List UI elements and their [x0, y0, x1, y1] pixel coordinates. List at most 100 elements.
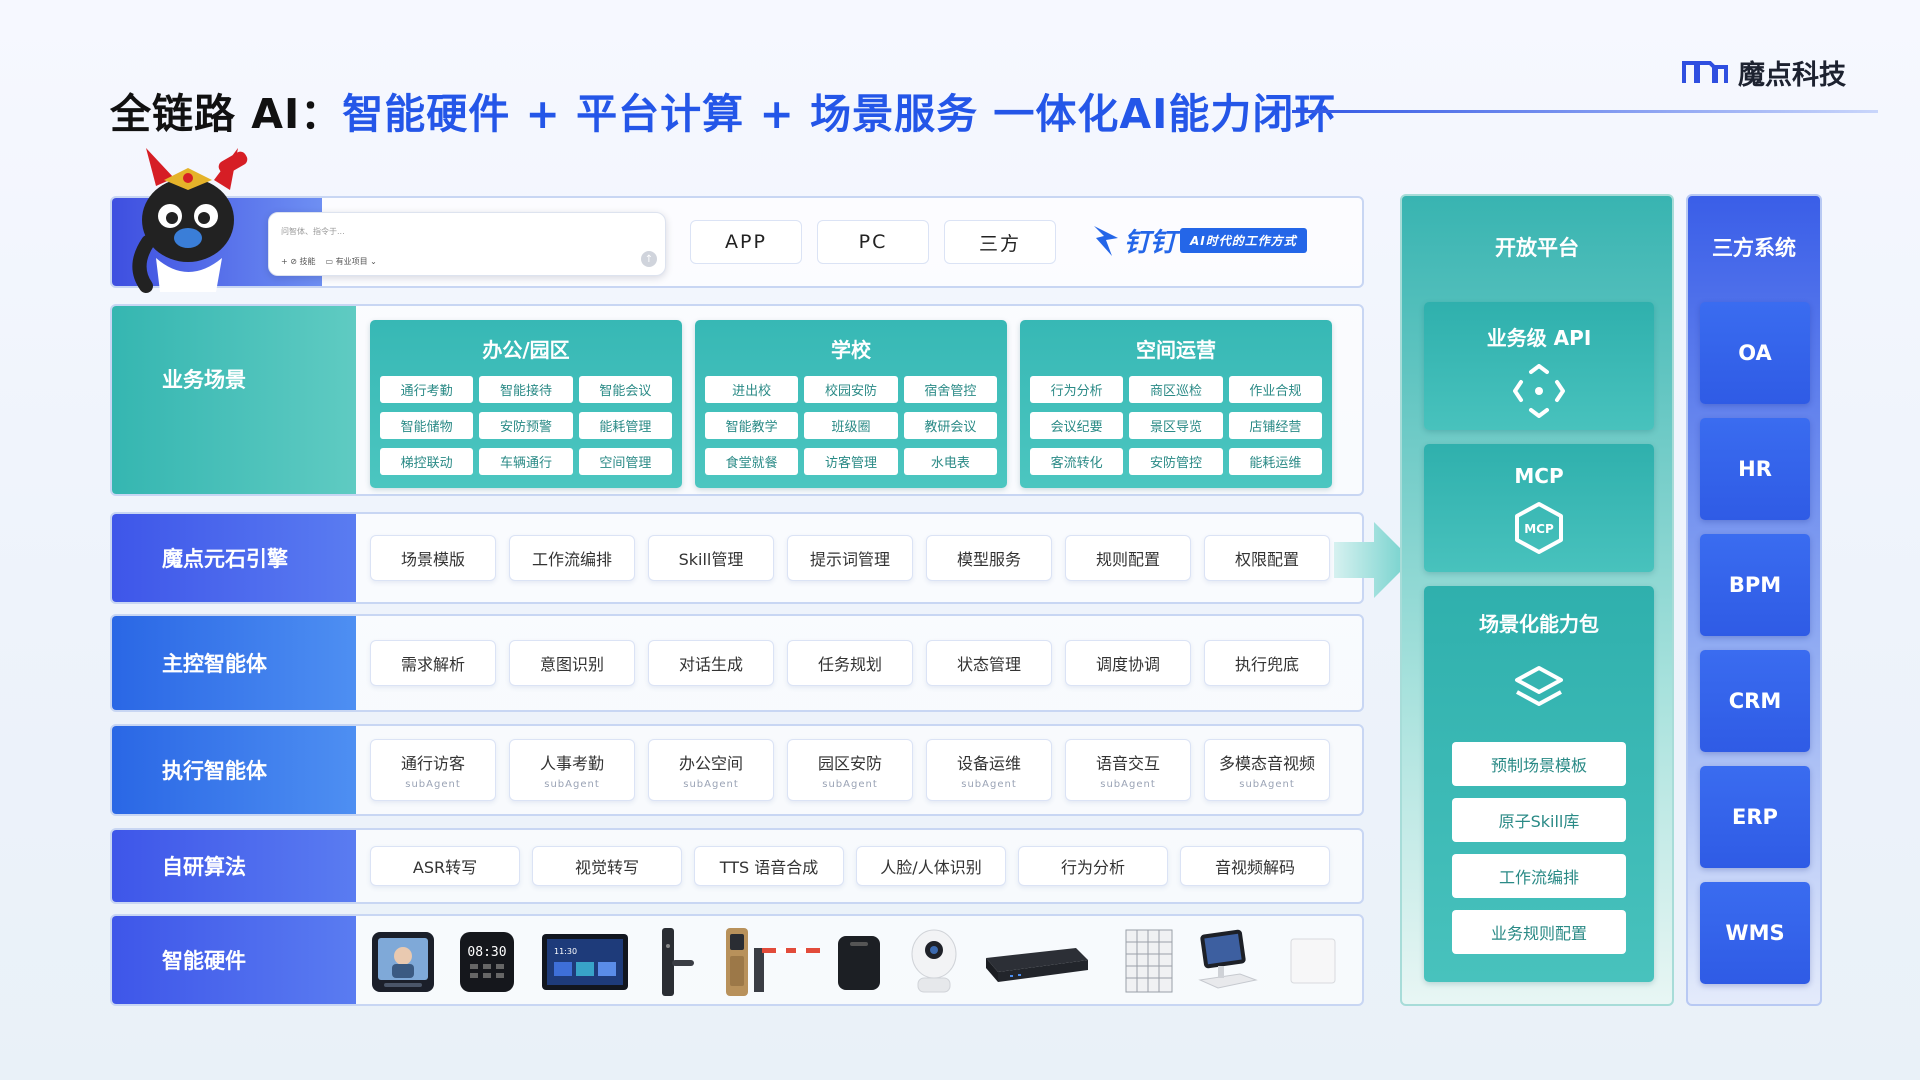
- title-prefix: 全链路 AI：: [110, 90, 343, 138]
- exec-agent-name: 设备运维: [956, 754, 1021, 773]
- biz-item: 班级圈: [804, 412, 898, 439]
- scenario-pack-item: 业务规则配置: [1452, 910, 1626, 954]
- system-wms: WMS: [1700, 882, 1810, 984]
- algorithm-item: 行为分析: [1018, 846, 1168, 886]
- algorithm-item: 音视频解码: [1180, 846, 1330, 886]
- biz-item: 进出校: [705, 376, 799, 403]
- master-agent-item: 调度协调: [1065, 640, 1191, 686]
- algorithm-item: 视觉转写: [532, 846, 682, 886]
- send-icon[interactable]: ↑: [641, 251, 657, 267]
- wall-panel-icon: [1290, 938, 1336, 984]
- pos-terminal-icon: [1198, 929, 1258, 989]
- svg-text:08:30: 08:30: [467, 945, 506, 960]
- chat-skill-button[interactable]: + ⊘ 技能: [281, 256, 316, 267]
- barrier-gate-icon: [754, 948, 820, 992]
- biz-item: 会议纪要: [1030, 412, 1124, 439]
- title-suffix: 一体化AI能力闭环: [978, 90, 1337, 138]
- biz-group-school: 学校 进出校 校园安防 宿舍管控 智能教学 班级圈 教研会议 食堂就餐 访客管理…: [695, 320, 1007, 488]
- engine-item: Skill管理: [648, 535, 774, 581]
- smart-lock-icon: [662, 928, 694, 996]
- exec-agent-sub: subAgent: [544, 779, 600, 790]
- hardware-label: 智能硬件: [112, 916, 356, 1004]
- engine-item: 规则配置: [1065, 535, 1191, 581]
- hardware-row: 智能硬件 08:30 11:30: [110, 914, 1364, 1006]
- brand-logo: 魔点科技: [1682, 52, 1846, 92]
- mcp-card: MCP MCP: [1424, 444, 1654, 572]
- biz-item: 教研会议: [903, 412, 997, 439]
- biz-item: 水电表: [903, 448, 997, 475]
- biz-group-title: 学校: [831, 338, 871, 362]
- biz-group-space: 空间运营 行为分析 商区巡检 作业合规 会议纪要 景区导览 店铺经营 客流转化 …: [1020, 320, 1332, 488]
- exec-agent-label: 执行智能体: [112, 726, 356, 814]
- channel-pc: PC: [817, 220, 929, 264]
- exec-agent-item: 多模态音视频 subAgent: [1204, 739, 1330, 801]
- system-bpm: BPM: [1700, 534, 1810, 636]
- exec-agent-name: 园区安防: [817, 754, 882, 773]
- mcp-badge-text: MCP: [1524, 522, 1554, 536]
- algorithm-row: 自研算法 ASR转写 视觉转写 TTS 语音合成 人脸/人体识别 行为分析 音视…: [110, 828, 1364, 904]
- exec-agent-sub: subAgent: [822, 779, 878, 790]
- entry-row: 问智体、指令于... + ⊘ 技能 ▭ 有业项目 ⌄ ↑ APP PC 三方 钉…: [110, 148, 1364, 293]
- storage-box-icon: [838, 936, 880, 990]
- master-agent-item: 意图识别: [509, 640, 635, 686]
- exec-agent-row: 执行智能体 通行访客 subAgent 人事考勤 subAgent 办公空间 subA…: [110, 724, 1364, 816]
- engine-item: 提示词管理: [787, 535, 913, 581]
- biz-item: 访客管理: [804, 448, 898, 475]
- biz-item: 宿舍管控: [903, 376, 997, 403]
- exec-agent-item: 办公空间 subAgent: [648, 739, 774, 801]
- biz-item: 梯控联动: [380, 448, 474, 475]
- title-highlight: 智能硬件 + 平台计算 + 场景服务: [342, 90, 979, 138]
- layers-icon: [1515, 666, 1563, 706]
- system-erp: ERP: [1700, 766, 1810, 868]
- biz-item: 安防管控: [1129, 448, 1223, 475]
- mascot-icon: [132, 148, 248, 293]
- biz-item: 智能会议: [578, 376, 672, 403]
- brand-mark-icon: [1682, 61, 1728, 83]
- master-agent-item: 任务规划: [787, 640, 913, 686]
- dingtalk-brand: 钉钉 AI时代的工作方式: [1092, 222, 1307, 259]
- title-divider: [1292, 110, 1878, 113]
- engine-row: 魔点元石引擎 场景模版 工作流编排 Skill管理 提示词管理 模型服务 规则配…: [110, 512, 1364, 604]
- algorithm-item: TTS 语音合成: [694, 846, 844, 886]
- svg-text:11:30: 11:30: [554, 947, 577, 956]
- third-party-panel: 三方系统 OA HR BPM CRM ERP WMS: [1686, 194, 1822, 1006]
- biz-item: 车辆通行: [479, 448, 573, 475]
- edge-server-icon: [986, 948, 1088, 982]
- biz-group-title: 办公/园区: [482, 338, 570, 362]
- smart-display-icon: 11:30: [542, 934, 628, 990]
- scenario-pack-title: 场景化能力包: [1479, 612, 1599, 636]
- mcp-title: MCP: [1514, 464, 1564, 488]
- dingtalk-slogan: AI时代的工作方式: [1180, 228, 1307, 253]
- algorithm-item: ASR转写: [370, 846, 520, 886]
- exec-agent-name: 人事考勤: [539, 754, 604, 773]
- biz-item: 安防预警: [479, 412, 573, 439]
- biz-item: 食堂就餐: [705, 448, 799, 475]
- chat-project-select[interactable]: ▭ 有业项目 ⌄: [326, 256, 377, 267]
- exec-agent-name: 语音交互: [1095, 754, 1160, 773]
- exec-agent-item: 园区安防 subAgent: [787, 739, 913, 801]
- exec-agent-item: 通行访客 subAgent: [370, 739, 496, 801]
- system-oa: OA: [1700, 302, 1810, 404]
- master-agent-row: 主控智能体 需求解析 意图识别 对话生成 任务规划 状态管理 调度协调 执行兜底: [110, 614, 1364, 712]
- biz-item: 通行考勤: [380, 376, 474, 403]
- exec-agent-sub: subAgent: [961, 779, 1017, 790]
- engine-item: 场景模版: [370, 535, 496, 581]
- third-party-title: 三方系统: [1712, 236, 1796, 260]
- engine-item: 权限配置: [1204, 535, 1330, 581]
- face-terminal-icon: [372, 932, 434, 992]
- attendance-clock-icon: 08:30: [460, 932, 514, 992]
- chat-input-box[interactable]: 问智体、指令于... + ⊘ 技能 ▭ 有业项目 ⌄ ↑: [268, 212, 666, 276]
- business-label: 业务场景: [112, 306, 356, 494]
- channel-app: APP: [690, 220, 802, 264]
- biz-item: 景区导览: [1129, 412, 1223, 439]
- open-platform-title: 开放平台: [1495, 236, 1579, 260]
- scenario-pack-item: 原子Skill库: [1452, 798, 1626, 842]
- biz-item: 智能接待: [479, 376, 573, 403]
- exec-agent-item: 语音交互 subAgent: [1065, 739, 1191, 801]
- exec-agent-sub: subAgent: [405, 779, 461, 790]
- engine-item: 模型服务: [926, 535, 1052, 581]
- scenario-pack-card: 场景化能力包 预制场景模板 原子Skill库 工作流编排 业务规则配置: [1424, 586, 1654, 982]
- master-agent-label: 主控智能体: [112, 616, 356, 710]
- exec-agent-sub: subAgent: [683, 779, 739, 790]
- exec-agent-item: 设备运维 subAgent: [926, 739, 1052, 801]
